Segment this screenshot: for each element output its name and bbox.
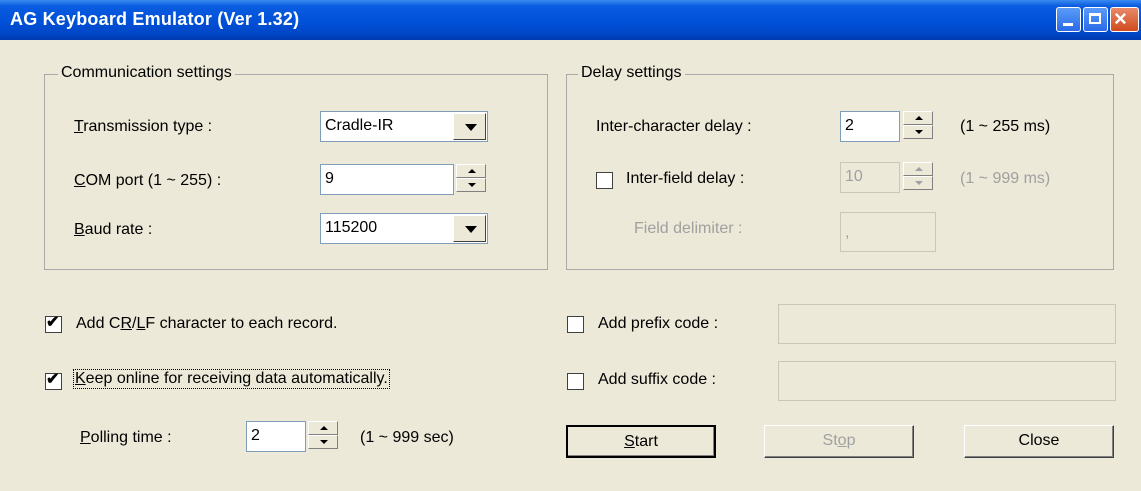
checkmark-icon: ✔ <box>46 314 60 331</box>
spin-up-icon <box>903 162 933 176</box>
spin-up-icon[interactable] <box>308 421 338 435</box>
spin-down-icon <box>903 176 933 190</box>
window-title: AG Keyboard Emulator (Ver 1.32) <box>10 9 300 29</box>
minimize-icon <box>1063 23 1073 26</box>
baud-rate-label: Baud rate : <box>74 221 153 238</box>
app-window: AG Keyboard Emulator (Ver 1.32) × Commun… <box>0 0 1141 491</box>
polling-time-range: (1 ~ 999 sec) <box>360 429 454 446</box>
delay-settings-legend: Delay settings <box>578 64 685 82</box>
add-prefix-label: Add prefix code : <box>598 315 719 332</box>
polling-time-label: Polling time : <box>80 429 172 446</box>
transmission-type-select[interactable]: Cradle-IR <box>320 111 488 142</box>
spin-up-icon[interactable] <box>456 164 486 178</box>
stop-button: Stop <box>764 425 914 458</box>
spin-down-icon[interactable] <box>456 178 486 192</box>
close-icon: × <box>1114 6 1127 31</box>
polling-time-spinner[interactable] <box>308 421 338 449</box>
close-window-button[interactable]: × <box>1110 7 1139 32</box>
com-port-label: COM port (1 ~ 255) : <box>74 172 222 189</box>
inter-field-delay-checkbox[interactable] <box>596 172 613 189</box>
add-crlf-label: Add CR/LF character to each record. <box>76 315 338 332</box>
com-port-spinner[interactable] <box>456 164 486 192</box>
com-port-value: 9 <box>325 170 334 187</box>
inter-character-delay-spinner[interactable] <box>903 111 933 139</box>
field-delimiter-value: , <box>845 224 850 241</box>
keep-online-label: Keep online for receiving data automatic… <box>73 369 390 389</box>
suffix-code-input <box>778 361 1116 401</box>
inter-field-delay-spinner <box>903 162 933 190</box>
baud-rate-value: 115200 <box>325 219 378 236</box>
baud-rate-select[interactable]: 115200 <box>320 213 488 244</box>
checkmark-icon: ✔ <box>46 371 60 388</box>
com-port-input[interactable]: 9 <box>320 164 454 195</box>
field-delimiter-input: , <box>840 212 936 252</box>
spin-up-icon[interactable] <box>903 111 933 125</box>
add-crlf-checkbox[interactable]: ✔ <box>45 314 62 333</box>
inter-character-delay-value: 2 <box>845 117 854 134</box>
add-suffix-checkbox[interactable] <box>567 373 584 390</box>
inter-field-delay-label: Inter-field delay : <box>626 170 745 187</box>
add-suffix-label: Add suffix code : <box>598 371 716 388</box>
spin-down-icon[interactable] <box>308 435 338 449</box>
inter-field-delay-input: 10 <box>840 162 900 193</box>
chevron-down-icon[interactable] <box>453 113 486 140</box>
field-delimiter-label: Field delimiter : <box>634 220 743 237</box>
start-button[interactable]: Start <box>566 425 716 458</box>
inter-field-delay-range: (1 ~ 999 ms) <box>960 170 1051 187</box>
communication-settings-legend: Communication settings <box>58 64 235 82</box>
keep-online-checkbox[interactable]: ✔ <box>45 371 62 390</box>
polling-time-input[interactable]: 2 <box>246 421 306 452</box>
inter-field-delay-value: 10 <box>845 168 863 185</box>
inter-character-delay-input[interactable]: 2 <box>840 111 900 142</box>
maximize-button[interactable] <box>1083 7 1108 32</box>
polling-time-value: 2 <box>251 427 260 444</box>
close-button[interactable]: Close <box>964 425 1114 458</box>
transmission-type-value: Cradle-IR <box>325 117 394 134</box>
title-bar[interactable]: AG Keyboard Emulator (Ver 1.32) × <box>0 0 1141 40</box>
spin-down-icon[interactable] <box>903 125 933 139</box>
inter-character-delay-range: (1 ~ 255 ms) <box>960 118 1051 135</box>
minimize-button[interactable] <box>1056 7 1081 32</box>
maximize-icon <box>1089 13 1101 24</box>
transmission-type-label: Transmission type : <box>74 118 213 135</box>
prefix-code-input <box>778 304 1116 344</box>
add-prefix-checkbox[interactable] <box>567 316 584 333</box>
inter-character-delay-label: Inter-character delay : <box>596 118 752 135</box>
chevron-down-icon[interactable] <box>453 215 486 242</box>
